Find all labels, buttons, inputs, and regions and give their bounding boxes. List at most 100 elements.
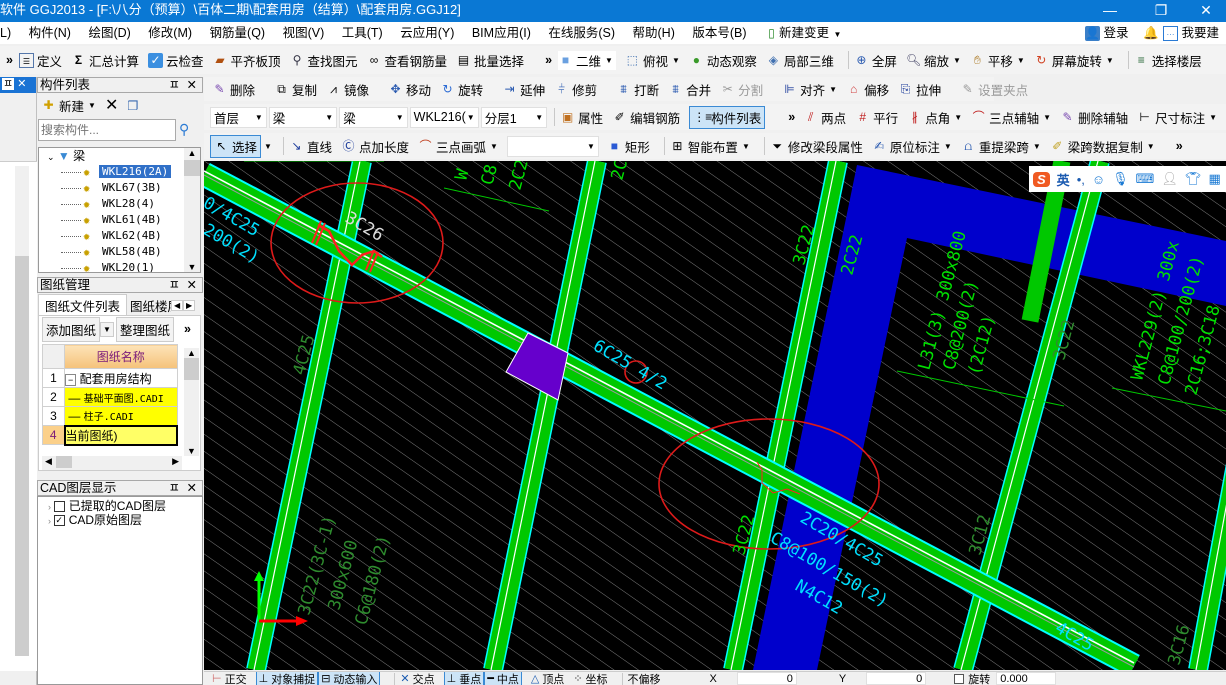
checkbox-unchecked[interactable] [54, 501, 66, 513]
define-button[interactable]: ☰ 定义 [18, 51, 62, 70]
add-drawing-button[interactable]: 添加图纸 [42, 316, 101, 342]
dynamic-input-toggle[interactable]: ⊟ 动态输入 [318, 672, 381, 685]
toolbar-overflow-icon[interactable]: » [1176, 139, 1183, 153]
ortho-toggle[interactable]: ⊢ 正交 [212, 672, 247, 685]
vertex-snap[interactable]: △ 顶点 [531, 672, 564, 685]
search-input[interactable] [38, 119, 176, 141]
chevron-right-icon[interactable]: › [48, 516, 51, 526]
table-row[interactable]: 3 — 柱子.CADI [42, 406, 178, 426]
copy-component-button[interactable]: ❐ [127, 98, 138, 113]
tree-item[interactable]: ✹ WKL216(2A) [39, 164, 200, 180]
maximize-button[interactable]: ❐ [1138, 0, 1184, 22]
dimension-dropdown[interactable]: ⊢ 尺寸标注 ▼ [1137, 108, 1217, 127]
coordinate-snap[interactable]: ⁘ 坐标 [573, 672, 607, 685]
table-row[interactable]: 2 — 基础平面图.CADI [42, 387, 178, 407]
user-icon[interactable]: 👤︎ [1161, 171, 1178, 187]
parallel-axis-button[interactable]: # 平行 [855, 108, 898, 127]
extend-button[interactable]: ⇥ 延伸 [502, 80, 546, 99]
tree-item[interactable]: ✹ WKL28(4) [39, 196, 200, 212]
rotate-button[interactable]: ↻ 旋转 [440, 80, 484, 99]
screen-rotate-dropdown[interactable]: ↻ 屏幕旋转 ▼ [1034, 51, 1113, 70]
orbit-button[interactable]: ● 动态观察 [689, 51, 757, 70]
find-element-button[interactable]: ⚲ 查找图元 [290, 51, 358, 70]
tree-item[interactable]: ✹ WKL62(4B) [39, 228, 200, 244]
toolbar-overflow-icon[interactable]: » [6, 53, 13, 67]
tab-drawing-floors[interactable]: 图纸楼层 [127, 295, 171, 316]
ime-punct[interactable]: •, [1077, 172, 1085, 187]
tree-scrollbar[interactable]: ▲ ▼ [184, 148, 200, 272]
menu-item-l[interactable]: L) [0, 26, 11, 40]
table-hscrollbar[interactable]: ◀ ▶ [42, 456, 182, 470]
re-span-dropdown[interactable]: ⩍ 重提梁跨 ▼ [961, 137, 1040, 156]
fullscreen-button[interactable]: ⊕ 全屏 [854, 51, 897, 70]
batch-select-button[interactable]: ▤ 批量选择 [456, 51, 524, 70]
collapse-icon[interactable]: − [65, 373, 77, 386]
tree-item[interactable]: ✹ WKL61(4B) [39, 212, 200, 228]
ime-language[interactable]: 英 [1057, 170, 1070, 189]
menu-item-component[interactable]: 构件(N) [29, 26, 71, 40]
menu-item-online[interactable]: 在线服务(S) [548, 26, 615, 40]
two-point-axis-button[interactable]: ⫽ 两点 [803, 108, 846, 127]
tree-root[interactable]: ⌄ ▼ 梁 [39, 148, 200, 164]
cad-drawing[interactable]: 0/4C25 200(2) 3C26 6C25 4/2 4C25 3C22(3C… [204, 161, 1226, 670]
close-icon[interactable]: ✕ [187, 278, 197, 292]
component-select[interactable]: WKL216(▼ [409, 106, 479, 128]
toolbar-overflow-icon[interactable]: » [184, 322, 191, 336]
mirror-button[interactable]: ⩘ 镜像 [326, 80, 369, 99]
column-header-drawing-name[interactable]: 图纸名称 [64, 344, 178, 369]
menu-item-cloud[interactable]: 云应用(Y) [400, 26, 454, 40]
login-button[interactable]: 👤 登录 [1085, 22, 1129, 44]
menu-item-modify[interactable]: 修改(M) [148, 26, 192, 40]
pin-icon[interactable]: ㅍ [168, 481, 180, 495]
minimize-button[interactable]: — [1087, 0, 1133, 22]
view-rebar-button[interactable]: ∞ 查看钢筋量 [367, 51, 447, 70]
pin-icon[interactable]: ㅍ [168, 278, 180, 292]
emoji-icon[interactable]: ☺ [1092, 172, 1105, 187]
ime-toolbar[interactable]: S 英 •, ☺ 🎙︎ ⌨ 👤︎ 👕︎ ▦ [1029, 166, 1226, 192]
align-slab-top-button[interactable]: ▰ 平齐板顶 [213, 51, 280, 70]
object-snap-toggle[interactable]: ⊥ 对象捕捉 [255, 672, 319, 685]
toolbar-overflow-icon[interactable]: » [788, 110, 795, 124]
merge-button[interactable]: ⩩ 合并 [668, 80, 711, 99]
point-angle-dropdown[interactable]: ∦ 点角 ▼ [907, 108, 962, 127]
copy-button[interactable]: ⧉ 复制 [274, 80, 317, 99]
pin-icon[interactable]: ㅍ [2, 78, 15, 90]
tree-item[interactable]: ✹ WKL20(1) [39, 260, 200, 272]
layer-select[interactable]: 分层1 ▼ [480, 106, 548, 128]
close-icon[interactable]: ✕ [17, 78, 26, 90]
new-component-button[interactable]: ✚ 新建 ▼ [41, 96, 95, 115]
y-input[interactable]: 0 [866, 672, 927, 685]
menu-item-draw[interactable]: 绘图(D) [88, 26, 130, 40]
table-scrollbar[interactable]: ▲ ▼ [184, 348, 199, 456]
2d-dropdown[interactable]: ■ 二维 ▼ [558, 50, 616, 70]
menu-item-view[interactable]: 视图(V) [283, 26, 325, 40]
menu-item-tools[interactable]: 工具(T) [342, 26, 383, 40]
select-floor-button[interactable]: ≡ 选择楼层 [1134, 51, 1202, 70]
delete-component-button[interactable]: ✕ [105, 95, 118, 115]
three-point-axis-dropdown[interactable]: ⌒ 三点辅轴 ▼ [971, 108, 1051, 127]
toolbar-overflow-icon[interactable]: » [545, 53, 552, 67]
summary-calc-button[interactable]: Σ 汇总计算 [71, 51, 139, 70]
chevron-down-icon[interactable]: ⌄ [47, 152, 55, 162]
floor-select[interactable]: 首层 ▼ [210, 106, 267, 128]
layer-item[interactable]: › 已提取的CAD图层 [38, 499, 202, 513]
keyboard-icon[interactable]: ⌨ [1136, 171, 1155, 187]
drawing-name[interactable]: 当前图纸) [63, 424, 178, 446]
set-grip-button[interactable]: ✎ 设置夹点 [960, 80, 1029, 99]
delete-axis-button[interactable]: ✎ 删除辅轴 [1060, 108, 1129, 127]
tab-drawing-files[interactable]: 图纸文件列表 [38, 294, 128, 316]
drawing-canvas[interactable]: 0/4C25 200(2) 3C26 6C25 4/2 4C25 3C22(3C… [204, 161, 1226, 670]
pan-dropdown[interactable]: ✋︎ 平移 ▼ [970, 51, 1025, 70]
three-point-arc-dropdown[interactable]: ⌒ 三点画弧 ▼ [418, 137, 497, 156]
grid-icon[interactable]: ▦ [1208, 171, 1220, 187]
rotate-input[interactable]: 0.000 [996, 672, 1057, 685]
microphone-icon[interactable]: 🎙︎ [1112, 171, 1129, 187]
midpoint-snap[interactable]: ━ 中点 [484, 672, 522, 685]
scrollbar[interactable] [15, 166, 29, 656]
close-icon[interactable]: ✕ [187, 481, 197, 495]
rectangle-button[interactable]: ■ 矩形 [607, 137, 650, 156]
skin-icon[interactable]: 👕︎ [1185, 171, 1202, 187]
tree-item[interactable]: ✹ WKL58(4B) [39, 244, 200, 260]
cloud-check-button[interactable]: ✓ 云检查 [147, 51, 204, 70]
stretch-button[interactable]: ⎘ 拉伸 [898, 80, 941, 99]
